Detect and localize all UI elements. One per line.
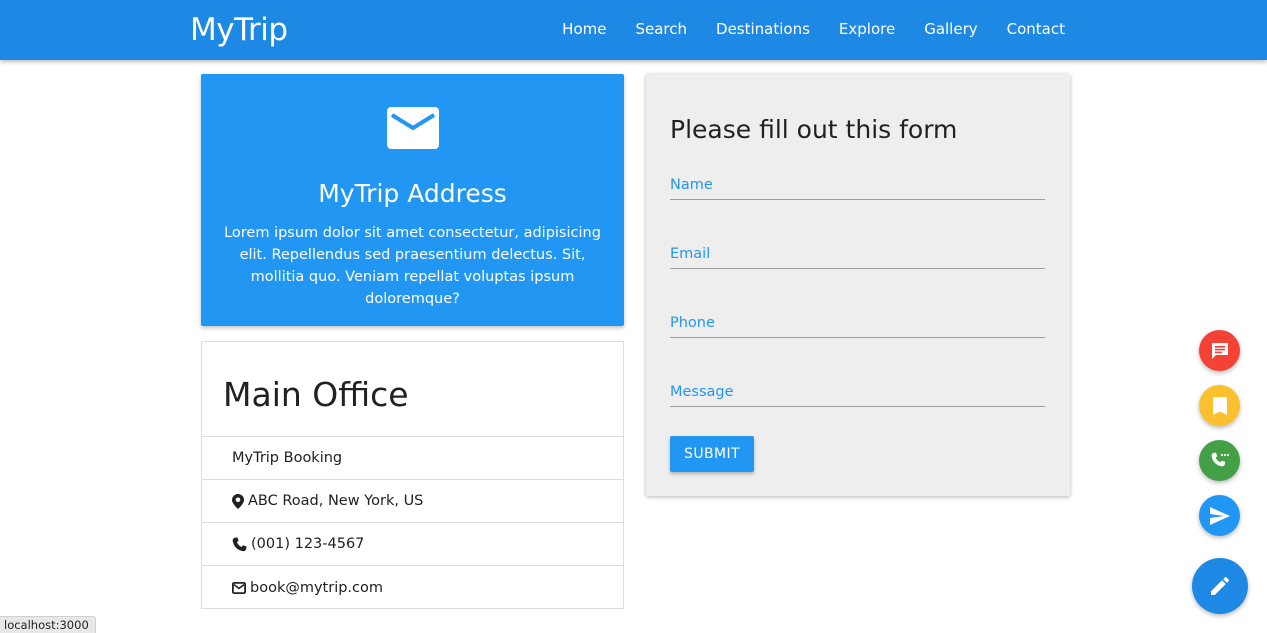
- browser-status-url: localhost:3000: [0, 616, 96, 633]
- contact-form-card: Please fill out this form SUBMIT: [646, 74, 1070, 496]
- phone-input[interactable]: [670, 308, 1045, 337]
- name-field-wrapper: [670, 170, 1045, 200]
- bookmark-fab[interactable]: [1199, 385, 1240, 426]
- envelope-icon: [232, 581, 246, 594]
- nav-links: Home Search Destinations Explore Gallery…: [533, 20, 1065, 38]
- chat-icon: [1211, 342, 1228, 359]
- form-title: Please fill out this form: [670, 115, 958, 144]
- office-address: ABC Road, New York, US: [248, 493, 424, 509]
- chat-fab[interactable]: [1199, 330, 1240, 371]
- phone-icon: [232, 536, 247, 551]
- office-company-row: MyTrip Booking: [202, 437, 623, 480]
- nav-destinations[interactable]: Destinations: [716, 20, 810, 38]
- nav-gallery[interactable]: Gallery: [924, 20, 977, 38]
- office-phone-row: (001) 123-4567: [202, 523, 623, 566]
- office-email[interactable]: book@mytrip.com: [250, 580, 383, 596]
- navbar: MyTrip Home Search Destinations Explore …: [0, 0, 1267, 60]
- nav-search[interactable]: Search: [635, 20, 687, 38]
- edit-icon: [1211, 577, 1229, 595]
- message-field-wrapper: [670, 377, 1045, 407]
- mail-icon: [387, 107, 439, 149]
- nav-home[interactable]: Home: [562, 20, 606, 38]
- send-fab[interactable]: [1199, 495, 1240, 536]
- email-field-wrapper: [670, 239, 1045, 269]
- phone-dial-icon: [1211, 452, 1229, 466]
- main-office-list: Main Office MyTrip Booking ABC Road, New…: [201, 341, 624, 609]
- office-title: Main Office: [202, 342, 623, 437]
- address-card: MyTrip Address Lorem ipsum dolor sit ame…: [201, 74, 624, 326]
- map-marker-icon: [232, 493, 244, 509]
- name-input[interactable]: [670, 170, 1045, 199]
- office-phone: (001) 123-4567: [251, 536, 365, 552]
- edit-fab[interactable]: [1192, 558, 1248, 614]
- email-input[interactable]: [670, 239, 1045, 268]
- phone-fab[interactable]: [1199, 440, 1240, 481]
- address-text: Lorem ipsum dolor sit amet consectetur, …: [224, 225, 601, 307]
- office-email-row: book@mytrip.com: [202, 566, 623, 609]
- submit-button[interactable]: SUBMIT: [670, 436, 754, 472]
- nav-contact[interactable]: Contact: [1007, 20, 1065, 38]
- phone-field-wrapper: [670, 308, 1045, 338]
- address-title: MyTrip Address: [318, 179, 507, 208]
- send-icon: [1209, 506, 1230, 525]
- brand-logo[interactable]: MyTrip: [190, 12, 288, 48]
- bookmark-icon: [1212, 396, 1227, 415]
- office-company: MyTrip Booking: [232, 450, 343, 466]
- office-address-row: ABC Road, New York, US: [202, 480, 623, 523]
- message-input[interactable]: [670, 377, 1045, 406]
- nav-explore[interactable]: Explore: [839, 20, 895, 38]
